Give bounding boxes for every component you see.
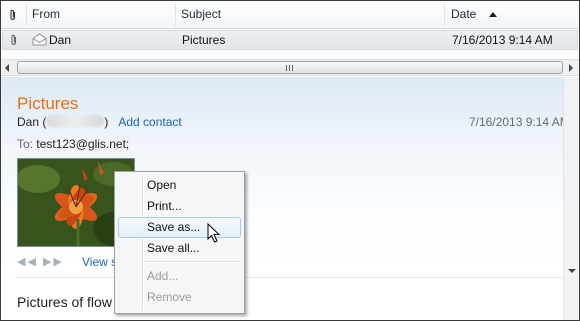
recipient-address[interactable]: test123@glis.net; [36,137,129,151]
menu-item-add: Add... [147,269,179,283]
scrollbar-thumb[interactable] [17,61,563,74]
read-envelope-icon [32,31,47,49]
redacted-email [46,115,105,127]
attachment-icon [10,31,18,49]
subject-column-header[interactable]: Subject [181,1,221,28]
message-date: 7/16/2013 9:14 AM [469,115,570,129]
sort-ascending-icon [489,12,497,17]
to-label: To: [17,137,34,151]
mouse-pointer-icon [207,223,221,243]
menu-item-save-as[interactable]: Save as... [118,217,241,238]
date-column-header[interactable]: Date [451,1,476,28]
from-column-header[interactable]: From [32,1,60,28]
grip-icon [286,65,295,71]
sender-name[interactable]: Dan [17,115,39,129]
row-subject: Pictures [182,33,226,47]
attachment-context-menu: Open Print... Save as... Save all... Add… [114,171,245,314]
row-from: Dan [49,33,72,47]
header-body-divider [15,277,565,278]
view-slideshow-link[interactable]: View s [82,255,117,269]
vertical-scrollbar[interactable] [563,77,579,320]
message-body: Pictures of flow [17,294,112,310]
horizontal-scrollbar[interactable] [1,59,579,76]
recipient-line: To: test123@glis.net; [17,137,129,151]
scroll-right-icon[interactable] [569,64,573,72]
sender-line: Dan () Add contact [17,115,182,129]
add-contact-link[interactable]: Add contact [118,115,181,129]
menu-item-save-all[interactable]: Save all... [118,238,241,259]
menu-item-print[interactable]: Print... [118,196,241,217]
message-list-header: From Subject Date [1,1,579,29]
scroll-left-icon[interactable] [5,64,9,72]
row-date: 7/16/2013 9:14 AM [452,33,553,47]
menu-separator [145,261,240,263]
menu-item-remove: Remove [147,290,192,304]
scroll-down-icon[interactable] [568,269,576,273]
menu-item-open[interactable]: Open [118,175,241,196]
message-row[interactable]: Dan Pictures 7/16/2013 9:14 AM [2,30,578,50]
attachment-column-icon[interactable] [9,1,17,28]
mail-window: From Subject Date Dan Pictures 7/16/2013… [0,0,580,321]
attachment-nav-arrows[interactable]: ◀◀ ▶▶ [17,255,64,268]
close-paren: ) [104,115,109,129]
message-subject: Pictures [17,94,79,113]
